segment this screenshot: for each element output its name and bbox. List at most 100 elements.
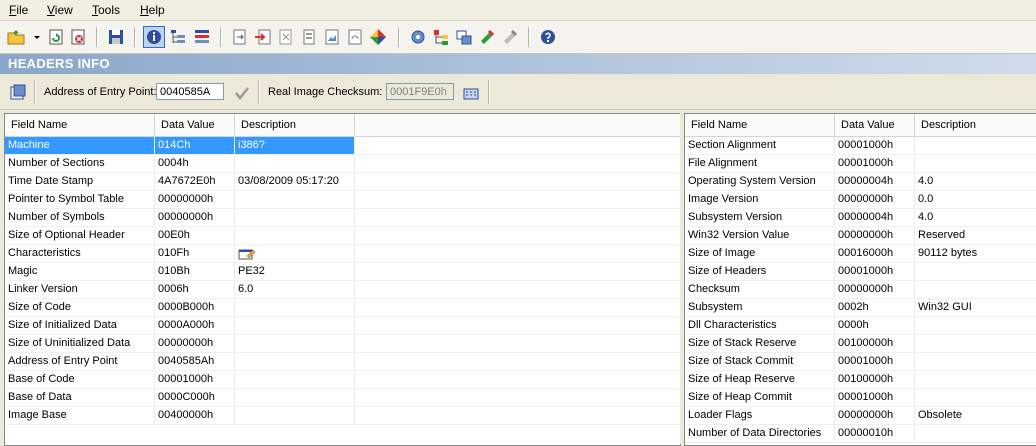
cell-description: Reserved bbox=[915, 227, 1036, 244]
table-row[interactable]: Subsystem 0002h Win32 GUI bbox=[685, 299, 1036, 317]
table-row[interactable]: Image Base 00400000h bbox=[5, 407, 680, 425]
cell-description bbox=[915, 137, 1036, 154]
table-row[interactable]: Operating System Version 00000004h 4.0 bbox=[685, 173, 1036, 191]
save-icon[interactable] bbox=[106, 27, 126, 47]
table-row[interactable]: Size of Stack Reserve 00100000h bbox=[685, 335, 1036, 353]
table-row[interactable]: Size of Uninitialized Data 00000000h bbox=[5, 335, 680, 353]
table-row[interactable]: Base of Code 00001000h bbox=[5, 371, 680, 389]
cell-data-value: 00001000h bbox=[835, 389, 915, 406]
sections-list-icon[interactable] bbox=[192, 27, 212, 47]
open-dropdown-arrow-icon[interactable] bbox=[27, 27, 40, 47]
cell-description: i386? bbox=[235, 137, 355, 154]
cell-description bbox=[235, 407, 355, 424]
column-header-data-value[interactable]: Data Value bbox=[155, 114, 235, 136]
import-icon[interactable] bbox=[253, 27, 273, 47]
entry-point-label: Address of Entry Point: bbox=[44, 86, 157, 98]
cell-data-value: 00001000h bbox=[835, 353, 915, 370]
cell-data-value: 00016000h bbox=[835, 245, 915, 262]
dependency-icon[interactable] bbox=[276, 27, 296, 47]
windows-icon[interactable] bbox=[454, 27, 474, 47]
relocations-icon[interactable] bbox=[345, 27, 365, 47]
table-row[interactable]: Linker Version 0006h 6.0 bbox=[5, 281, 680, 299]
table-row[interactable]: Subsystem Version 00000004h 4.0 bbox=[685, 209, 1036, 227]
table-row[interactable]: Number of Symbols 00000000h bbox=[5, 209, 680, 227]
picture-resource-icon[interactable] bbox=[322, 27, 342, 47]
cell-description bbox=[235, 371, 355, 388]
table-row[interactable]: Number of Sections 0004h bbox=[5, 155, 680, 173]
column-header-field-name[interactable]: Field Name bbox=[5, 114, 155, 136]
table-row[interactable]: Section Alignment 00001000h bbox=[685, 137, 1036, 155]
entry-point-input[interactable]: 0040585A bbox=[156, 83, 224, 100]
color-diamond-icon[interactable] bbox=[368, 27, 388, 47]
table-row[interactable]: Size of Optional Header 00E0h bbox=[5, 227, 680, 245]
characteristics-edit-icon[interactable] bbox=[238, 249, 256, 262]
table-row[interactable]: Size of Stack Commit 00001000h bbox=[685, 353, 1036, 371]
menu-help[interactable]: Help bbox=[140, 3, 165, 17]
cell-description: 03/08/2009 05:17:20 bbox=[235, 173, 355, 190]
resources-icon[interactable] bbox=[299, 27, 319, 47]
open-folder-icon[interactable] bbox=[6, 27, 26, 47]
toolbar-separator bbox=[398, 27, 400, 47]
cell-description bbox=[915, 155, 1036, 172]
table-row[interactable]: Size of Heap Reserve 00100000h bbox=[685, 371, 1036, 389]
save-headers-icon[interactable] bbox=[8, 82, 28, 102]
calculator-icon[interactable] bbox=[461, 83, 481, 103]
table-row[interactable]: Size of Headers 00001000h bbox=[685, 263, 1036, 281]
cell-field-name: Time Date Stamp bbox=[5, 173, 155, 190]
input-bar-separator bbox=[488, 80, 490, 104]
cell-field-name: Win32 Version Value bbox=[685, 227, 835, 244]
table-row[interactable]: Size of Image 00016000h 90112 bytes bbox=[685, 245, 1036, 263]
column-header-field-name[interactable]: Field Name bbox=[685, 114, 835, 136]
cell-field-name: Number of Data Directories bbox=[685, 425, 835, 442]
table-row[interactable]: Dll Characteristics 0000h bbox=[685, 317, 1036, 335]
table-row[interactable]: Base of Data 0000C000h bbox=[5, 389, 680, 407]
tools-wrench-icon[interactable] bbox=[477, 27, 497, 47]
table-row[interactable]: File Alignment 00001000h bbox=[685, 155, 1036, 173]
table-row[interactable]: Size of Heap Commit 00001000h bbox=[685, 389, 1036, 407]
table-row[interactable]: Pointer to Symbol Table 00000000h bbox=[5, 191, 680, 209]
table-row[interactable]: Size of Code 0000B000h bbox=[5, 299, 680, 317]
cell-description: Win32 GUI bbox=[915, 299, 1036, 316]
table-row[interactable]: Checksum 00000000h bbox=[685, 281, 1036, 299]
cell-data-value: 00000000h bbox=[155, 335, 235, 352]
help-icon[interactable] bbox=[538, 27, 558, 47]
menu-view[interactable]: View bbox=[47, 3, 73, 17]
cell-description bbox=[235, 155, 355, 172]
table-row[interactable]: Loader Flags 00000000h Obsolete bbox=[685, 407, 1036, 425]
cell-data-value: 00000000h bbox=[835, 407, 915, 424]
headers-info-icon[interactable] bbox=[143, 26, 165, 48]
table-row[interactable]: Number of Data Directories 00000010h bbox=[685, 425, 1036, 443]
process-gear-icon[interactable] bbox=[408, 27, 428, 47]
refresh-icon[interactable] bbox=[46, 27, 66, 47]
cell-data-value: 00001000h bbox=[155, 371, 235, 388]
cell-description bbox=[235, 317, 355, 334]
table-row[interactable]: Image Version 00000000h 0.0 bbox=[685, 191, 1036, 209]
table-row[interactable]: Time Date Stamp 4A7672E0h 03/08/2009 05:17… bbox=[5, 173, 680, 191]
cell-field-name: Linker Version bbox=[5, 281, 155, 298]
module-tree-icon[interactable] bbox=[431, 27, 451, 47]
cell-description: 4.0 bbox=[915, 173, 1036, 190]
table-row[interactable]: Win32 Version Value 00000000h Reserved bbox=[685, 227, 1036, 245]
export-icon[interactable] bbox=[230, 27, 250, 47]
menu-file[interactable]: File bbox=[9, 3, 28, 17]
table-row[interactable]: Size of Initialized Data 0000A000h bbox=[5, 317, 680, 335]
apply-checkmark-icon[interactable] bbox=[232, 83, 252, 103]
cell-field-name: Pointer to Symbol Table bbox=[5, 191, 155, 208]
menu-tools[interactable]: Tools bbox=[92, 3, 120, 17]
cell-data-value: 00001000h bbox=[835, 155, 915, 172]
table-row[interactable]: Magic 010Bh PE32 bbox=[5, 263, 680, 281]
table-row[interactable]: Characteristics 010Fh bbox=[5, 245, 680, 263]
table-row[interactable]: Machine 014Ch i386? bbox=[5, 137, 680, 155]
close-file-icon[interactable] bbox=[68, 27, 88, 47]
tree-view-icon[interactable] bbox=[168, 27, 188, 47]
plugins-icon[interactable] bbox=[500, 27, 520, 47]
cell-field-name: Characteristics bbox=[5, 245, 155, 262]
cell-field-name: Base of Code bbox=[5, 371, 155, 388]
cell-field-name: Image Version bbox=[685, 191, 835, 208]
column-header-description[interactable]: Description bbox=[235, 114, 355, 136]
column-header-data-value[interactable]: Data Value bbox=[835, 114, 915, 136]
column-header-description[interactable]: Description bbox=[915, 114, 1036, 136]
table-row[interactable]: Address of Entry Point 0040585Ah bbox=[5, 353, 680, 371]
cell-data-value: 00400000h bbox=[155, 407, 235, 424]
cell-data-value: 4A7672E0h bbox=[155, 173, 235, 190]
